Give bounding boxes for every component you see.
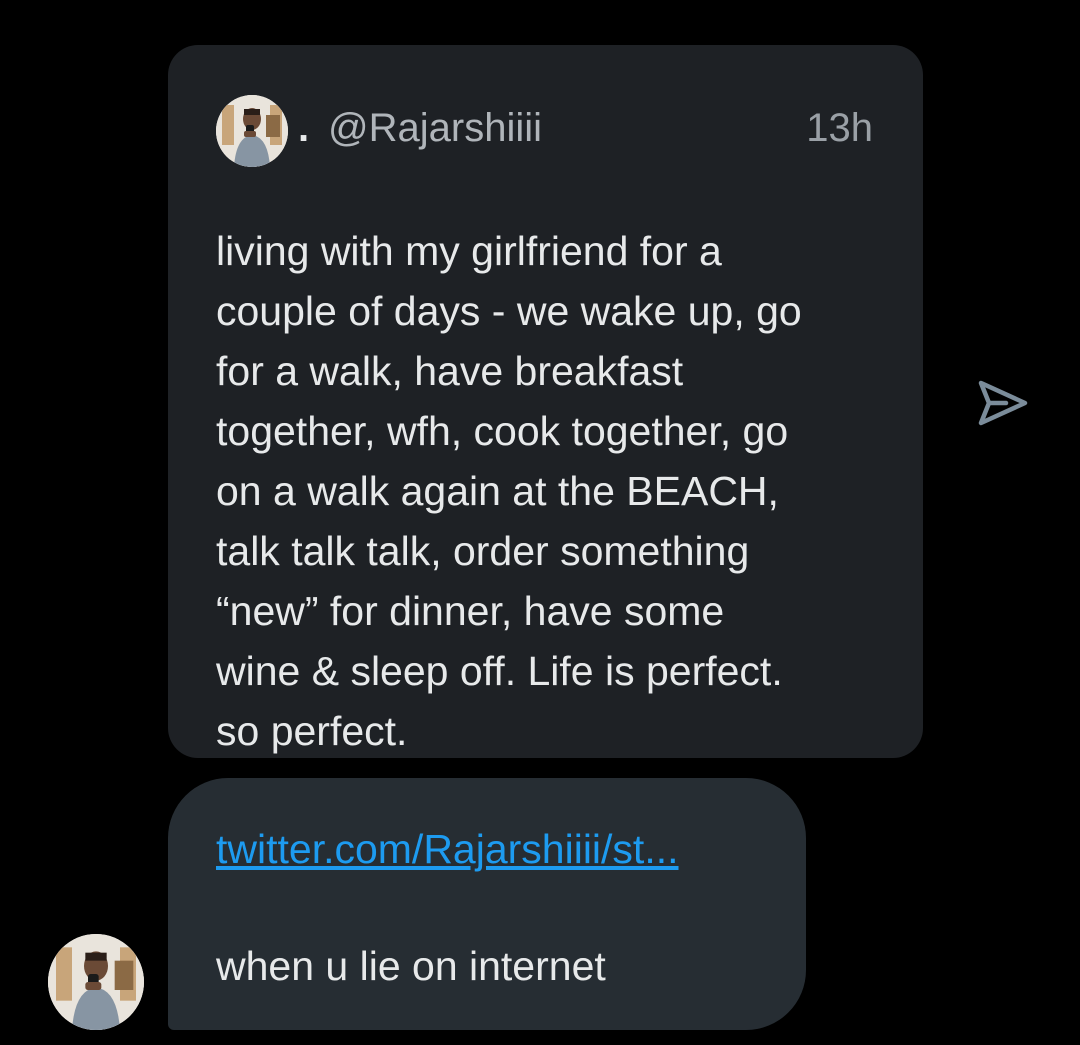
header-separator: . [298,106,310,150]
profile-photo-icon [48,934,144,1030]
quoted-tweet-timestamp: 13h [806,106,873,150]
quoted-tweet-card[interactable]: . @Rajarshiiii 13h living with my girlfr… [168,45,923,758]
sender-avatar[interactable] [48,934,144,1030]
message-bubble[interactable]: twitter.com/Rajarshiiii/st... when u lie… [168,778,806,1030]
quoted-tweet-text: living with my girlfriend for a couple o… [216,228,802,754]
profile-photo-icon [216,95,288,167]
quoted-tweet-avatar[interactable] [216,95,288,167]
message-text: when u lie on internet [216,943,606,989]
quoted-tweet-handle[interactable]: @Rajarshiiii [328,103,542,153]
quoted-tweet-header: . @Rajarshiiii 13h [216,95,873,167]
send-icon[interactable] [976,377,1030,429]
message-link[interactable]: twitter.com/Rajarshiiii/st... [216,823,679,875]
